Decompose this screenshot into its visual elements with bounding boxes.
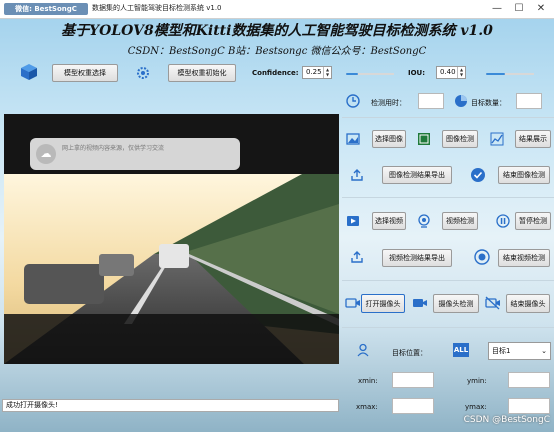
chart-icon	[490, 132, 504, 146]
spin-arrows-icon[interactable]: ▲ ▼	[323, 67, 331, 78]
all-targets-icon: ALL	[453, 343, 469, 357]
page-subtitle: CSDN：BestSongC B站：Bestsongc 微信公众号：BestSo…	[127, 46, 427, 57]
webcam-icon	[417, 214, 431, 228]
target-select-dropdown[interactable]: 目标1 ⌄	[488, 342, 551, 360]
time-label: 检测用时：	[371, 99, 406, 107]
window-title: 数据集的人工智能驾驶目标检测系统 v1.0	[92, 4, 222, 12]
image-detect-icon	[417, 132, 431, 146]
clock-icon	[346, 94, 360, 108]
pause-detection-button[interactable]: 暂停检测	[515, 212, 551, 230]
export-image-results-button[interactable]: 图像检测结果导出	[382, 166, 452, 184]
target-position-label: 目标位置：	[392, 349, 427, 357]
confidence-slider-fill	[346, 73, 358, 75]
notification-text: 网上拿的视频内容来源，仅供学习交流	[62, 145, 165, 152]
camera-detect-button[interactable]: 摄像头检测	[433, 294, 479, 313]
app-badge: 微信: BestSongC	[4, 3, 88, 15]
export-video-results-button[interactable]: 视频检测结果导出	[382, 249, 452, 267]
xmax-label: xmax:	[356, 403, 378, 411]
camera-detect-icon	[412, 296, 428, 310]
divider	[342, 280, 554, 281]
spin-arrows-icon[interactable]: ▲ ▼	[457, 67, 465, 78]
open-camera-button[interactable]: 打开摄像头	[361, 294, 405, 313]
select-video-button[interactable]: 选择视频	[372, 212, 406, 230]
ymin-field	[508, 372, 550, 388]
model-select-button[interactable]: 模型权重选择	[52, 64, 118, 82]
check-icon	[470, 167, 486, 183]
camera-off-icon	[485, 296, 501, 310]
divider	[342, 197, 554, 198]
ymin-label: ymin:	[467, 377, 487, 385]
confidence-value: 0.25	[306, 68, 322, 76]
iou-label: IOU:	[408, 69, 426, 77]
time-value-field	[418, 93, 444, 109]
cube-icon	[20, 63, 38, 81]
chevron-down-icon: ⌄	[541, 347, 547, 355]
confidence-label: Confidence:	[252, 69, 299, 77]
ymax-field	[508, 398, 550, 414]
status-message: 成功打开摄像头!	[2, 399, 339, 412]
window-titlebar: 微信: BestSongC 数据集的人工智能驾驶目标检测系统 v1.0 — ☐ …	[0, 0, 554, 19]
car-shape	[24, 264, 104, 304]
count-label: 目标数量：	[471, 99, 506, 107]
count-value-field	[516, 93, 542, 109]
target-select-value: 目标1	[492, 347, 511, 355]
model-init-button[interactable]: 模型权重初始化	[168, 64, 236, 82]
video-display: ☁ 网上拿的视频内容来源，仅供学习交流	[4, 114, 339, 364]
iou-value: 0.40	[440, 68, 456, 76]
pie-chart-icon	[454, 94, 468, 108]
show-results-button[interactable]: 结果展示	[515, 130, 551, 148]
detect-video-button[interactable]: 视频检测	[442, 212, 478, 230]
cloud-icon: ☁	[36, 144, 56, 164]
stop-icon	[474, 249, 490, 265]
xmax-field	[392, 398, 434, 414]
page-title: 基于YOLOV8模型和Kitti数据集的人工智能驾驶目标检测系统 v1.0	[61, 23, 493, 39]
close-button[interactable]: ✕	[530, 0, 552, 18]
xmin-label: xmin:	[358, 377, 378, 385]
end-video-detection-button[interactable]: 结束视频检测	[498, 249, 550, 267]
confidence-spinbox[interactable]: 0.25 ▲ ▼	[302, 66, 332, 79]
select-image-button[interactable]: 选择图像	[372, 130, 406, 148]
end-camera-button[interactable]: 结束摄像头	[506, 294, 550, 313]
pause-icon	[496, 214, 510, 228]
maximize-button[interactable]: ☐	[508, 0, 530, 18]
gear-icon	[134, 64, 152, 82]
divider	[342, 117, 554, 118]
notification-popup: ☁ 网上拿的视频内容来源，仅供学习交流	[30, 138, 240, 170]
camera-icon	[345, 296, 361, 310]
iou-slider-fill	[486, 73, 505, 75]
user-icon	[356, 343, 370, 357]
export-icon	[350, 168, 364, 182]
image-icon	[346, 132, 360, 146]
video-icon	[346, 214, 360, 228]
ymax-label: ymax:	[465, 403, 487, 411]
watermark: CSDN @BestSongC	[463, 415, 550, 425]
iou-spinbox[interactable]: 0.40 ▲ ▼	[436, 66, 466, 79]
divider	[342, 327, 554, 328]
minimize-button[interactable]: —	[486, 0, 508, 18]
xmin-field	[392, 372, 434, 388]
detect-image-button[interactable]: 图像检测	[442, 130, 478, 148]
export-icon	[350, 250, 364, 264]
end-image-detection-button[interactable]: 结束图像检测	[498, 166, 550, 184]
